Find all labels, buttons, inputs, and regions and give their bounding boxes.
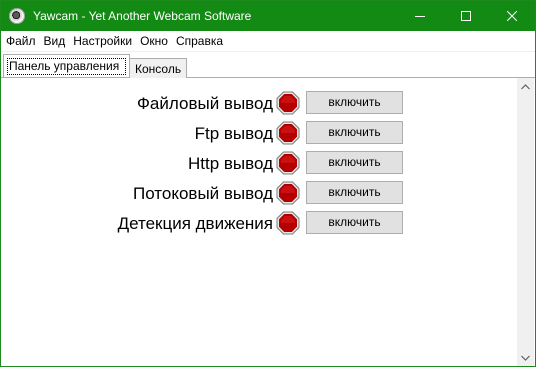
stop-status-icon bbox=[276, 91, 300, 115]
motion-detection-label: Детекция движения bbox=[117, 214, 273, 233]
menu-settings[interactable]: Настройки bbox=[70, 31, 135, 51]
maximize-button[interactable] bbox=[443, 1, 489, 31]
stop-status-icon bbox=[276, 151, 300, 175]
ftp-output-row: Ftp вывод включить bbox=[2, 119, 517, 149]
stream-output-row: Потоковый вывод включить bbox=[2, 179, 517, 209]
tab-label: Консоль bbox=[135, 62, 182, 76]
tab-control-panel[interactable]: Панель управления bbox=[3, 54, 130, 77]
menu-file[interactable]: Файл bbox=[3, 31, 39, 51]
close-button[interactable] bbox=[489, 1, 535, 31]
stop-status-icon bbox=[276, 121, 300, 145]
vertical-scrollbar[interactable] bbox=[517, 78, 534, 366]
menu-window[interactable]: Окно bbox=[137, 31, 171, 51]
file-output-label: Файловый вывод bbox=[137, 94, 273, 113]
enable-stream-output-button[interactable]: включить bbox=[306, 181, 403, 204]
control-panel: Файловый вывод включить Ftp вывод включи… bbox=[2, 78, 517, 366]
enable-motion-detection-button[interactable]: включить bbox=[306, 211, 403, 234]
ftp-output-label: Ftp вывод bbox=[194, 124, 273, 143]
tab-console[interactable]: Консоль bbox=[130, 58, 187, 78]
scroll-down-button[interactable] bbox=[517, 349, 534, 366]
http-output-label: Http вывод bbox=[188, 154, 273, 173]
enable-file-output-button[interactable]: включить bbox=[306, 91, 403, 114]
enable-http-output-button[interactable]: включить bbox=[306, 151, 403, 174]
window-title: Yawcam - Yet Another Webcam Software bbox=[33, 9, 252, 23]
close-icon bbox=[507, 11, 517, 21]
minimize-button[interactable] bbox=[397, 1, 443, 31]
app-window: Yawcam - Yet Another Webcam Software Фай… bbox=[0, 0, 536, 367]
tab-strip: Панель управления Консоль bbox=[1, 52, 535, 78]
title-bar[interactable]: Yawcam - Yet Another Webcam Software bbox=[1, 1, 535, 31]
stream-output-label: Потоковый вывод bbox=[133, 184, 273, 203]
scroll-up-button[interactable] bbox=[517, 78, 534, 95]
maximize-icon bbox=[461, 11, 471, 21]
tab-label: Панель управления bbox=[9, 59, 120, 73]
menu-help[interactable]: Справка bbox=[173, 31, 226, 51]
menu-bar: Файл Вид Настройки Окно Справка bbox=[1, 31, 535, 52]
file-output-row: Файловый вывод включить bbox=[2, 89, 517, 119]
chevron-up-icon bbox=[521, 83, 530, 89]
enable-ftp-output-button[interactable]: включить bbox=[306, 121, 403, 144]
chevron-down-icon bbox=[521, 355, 530, 361]
motion-detection-row: Детекция движения включить bbox=[2, 209, 517, 239]
stop-status-icon bbox=[276, 181, 300, 205]
minimize-icon bbox=[415, 16, 425, 17]
http-output-row: Http вывод включить bbox=[2, 149, 517, 179]
stop-status-icon bbox=[276, 211, 300, 235]
menu-view[interactable]: Вид bbox=[41, 31, 69, 51]
webcam-icon bbox=[9, 8, 25, 24]
